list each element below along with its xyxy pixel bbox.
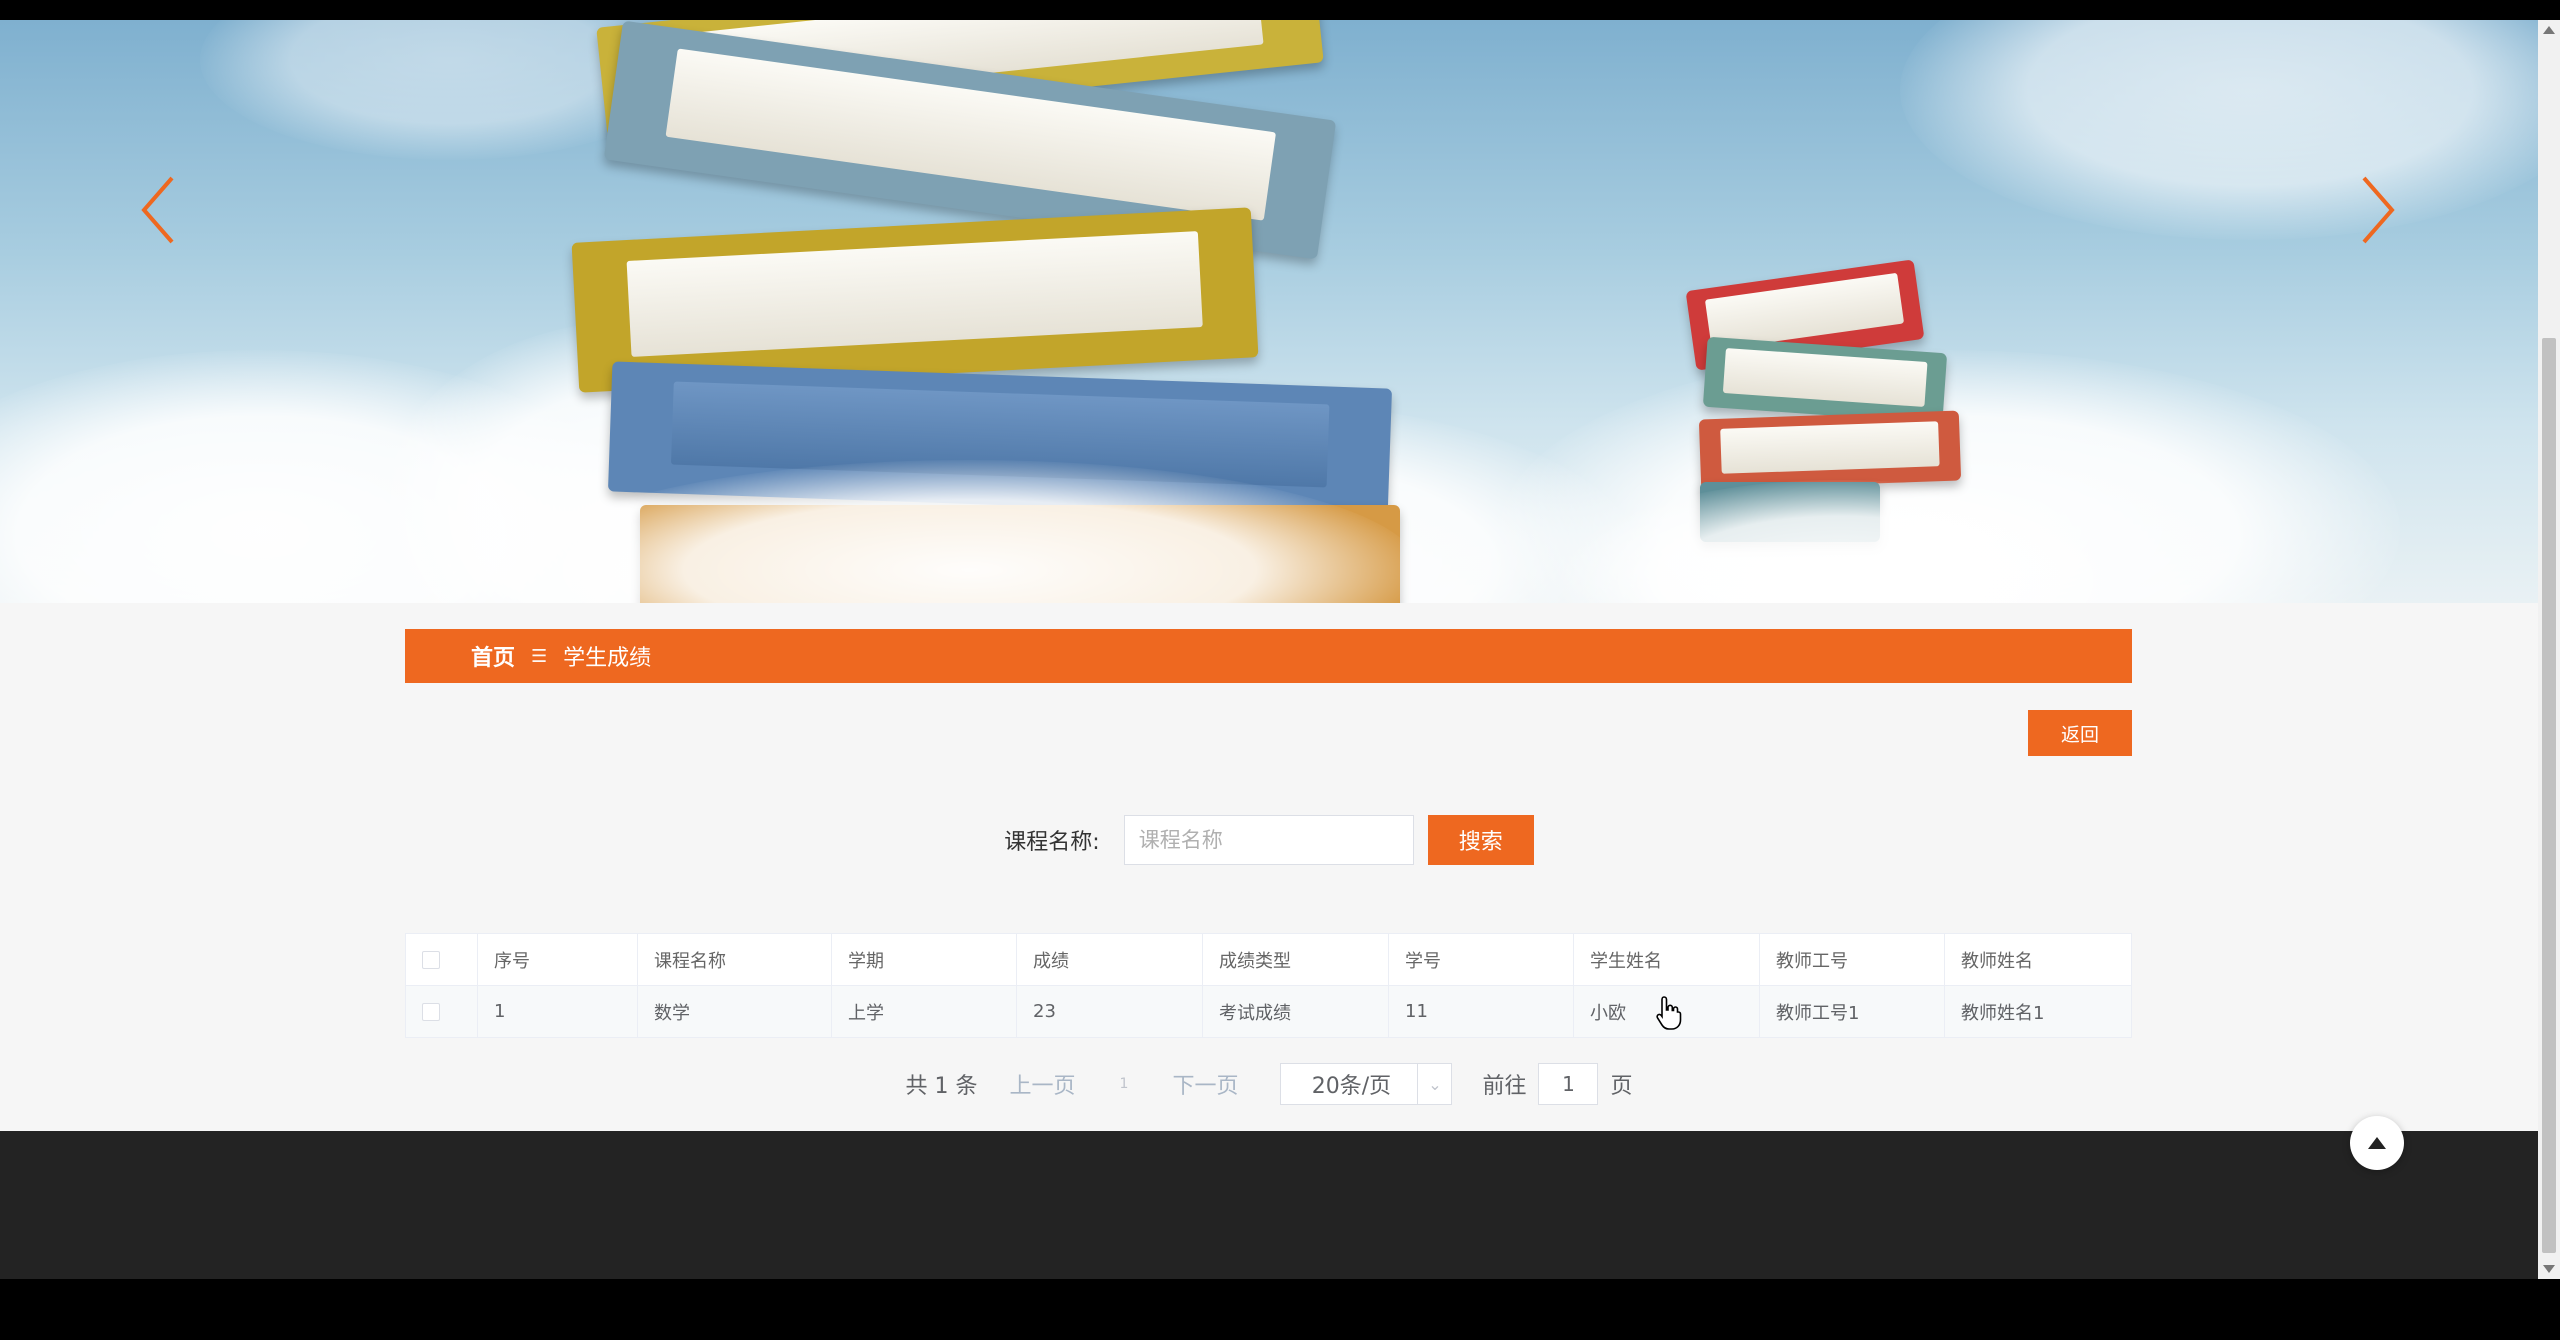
column-header: 教师姓名 xyxy=(1944,933,2132,986)
column-header: 序号 xyxy=(477,933,638,986)
table-row[interactable]: 1 数学 上学 23 考试成绩 11 小欧 教师工号1 教师姓名1 xyxy=(405,985,2132,1038)
cloud xyxy=(1900,20,2538,240)
next-page-button[interactable]: 下一页 xyxy=(1172,1068,1238,1100)
chevron-down-icon: ⌄ xyxy=(1417,1064,1451,1104)
hand-cursor-icon xyxy=(1656,996,1682,1030)
hero-banner xyxy=(0,20,2538,603)
breadcrumb-home[interactable]: 首页 xyxy=(471,640,515,672)
row-select-cell xyxy=(405,985,478,1038)
column-header: 成绩类型 xyxy=(1202,933,1389,986)
column-header: 课程名称 xyxy=(637,933,832,986)
screen-bottom-edge xyxy=(0,1279,2560,1340)
table-cell: 23 xyxy=(1016,985,1203,1038)
prev-page-button[interactable]: 上一页 xyxy=(1010,1068,1076,1100)
breadcrumb-current: 学生成绩 xyxy=(563,646,652,671)
scroll-up-icon[interactable] xyxy=(2543,26,2555,34)
table-cell: 教师工号1 xyxy=(1759,985,1945,1038)
goto-suffix: 页 xyxy=(1610,1074,1633,1099)
page-size-select[interactable]: 20条/页 ⌄ xyxy=(1280,1063,1453,1105)
book xyxy=(1698,410,1962,490)
chevron-right-icon xyxy=(2362,176,2395,244)
scores-table: 序号 课程名称 学期 成绩 成绩类型 学号 学生姓名 教师工号 教师姓名 1 数… xyxy=(405,933,2132,1038)
column-header: 成绩 xyxy=(1016,933,1203,986)
chevron-left-icon xyxy=(141,176,174,244)
table-cell: 考试成绩 xyxy=(1202,985,1389,1038)
goto-label: 前往 xyxy=(1482,1074,1527,1099)
course-name-input[interactable] xyxy=(1123,815,1414,865)
table-cell: 11 xyxy=(1388,985,1574,1038)
footer xyxy=(0,1131,2538,1279)
search-button[interactable]: 搜索 xyxy=(1427,815,1534,865)
table-cell: 教师姓名1 xyxy=(1944,985,2132,1038)
search-label: 课程名称: xyxy=(1004,830,1100,855)
table-cell: 数学 xyxy=(637,985,832,1038)
table-cell: 上学 xyxy=(831,985,1017,1038)
carousel-prev-button[interactable] xyxy=(128,170,188,250)
row-checkbox[interactable] xyxy=(422,1003,440,1021)
page-number-current[interactable]: 1 xyxy=(1120,1076,1129,1092)
back-to-top-button[interactable] xyxy=(2350,1116,2404,1170)
goto-page-input[interactable] xyxy=(1538,1063,1599,1105)
table-header-row: 序号 课程名称 学期 成绩 成绩类型 学号 学生姓名 教师工号 教师姓名 xyxy=(405,933,2132,986)
scrollbar-thumb[interactable] xyxy=(2542,338,2556,1253)
pagination-total: 共 1 条 xyxy=(905,1074,978,1099)
select-all-cell xyxy=(405,933,478,986)
breadcrumb: 首页 ☰ 学生成绩 xyxy=(405,629,2132,683)
search-form: 课程名称: 搜索 xyxy=(0,810,2538,870)
column-header: 学号 xyxy=(1388,933,1574,986)
back-button[interactable]: 返回 xyxy=(2028,710,2132,756)
carousel-next-button[interactable] xyxy=(2348,170,2408,250)
table-cell: 1 xyxy=(477,985,638,1038)
pagination: 共 1 条 上一页 1 下一页 20条/页 ⌄ 前往 页 xyxy=(0,1060,2538,1108)
arrow-up-icon xyxy=(2368,1137,2386,1149)
menu-icon: ☰ xyxy=(531,645,548,667)
column-header: 教师工号 xyxy=(1759,933,1945,986)
column-header: 学生姓名 xyxy=(1573,933,1760,986)
column-header: 学期 xyxy=(831,933,1017,986)
select-all-checkbox[interactable] xyxy=(422,951,440,969)
page-viewport: 首页 ☰ 学生成绩 返回 课程名称: 搜索 序号 课程名称 学期 成绩 成绩类型… xyxy=(0,20,2538,1279)
vertical-scrollbar[interactable] xyxy=(2538,20,2560,1279)
scroll-down-icon[interactable] xyxy=(2543,1265,2555,1273)
